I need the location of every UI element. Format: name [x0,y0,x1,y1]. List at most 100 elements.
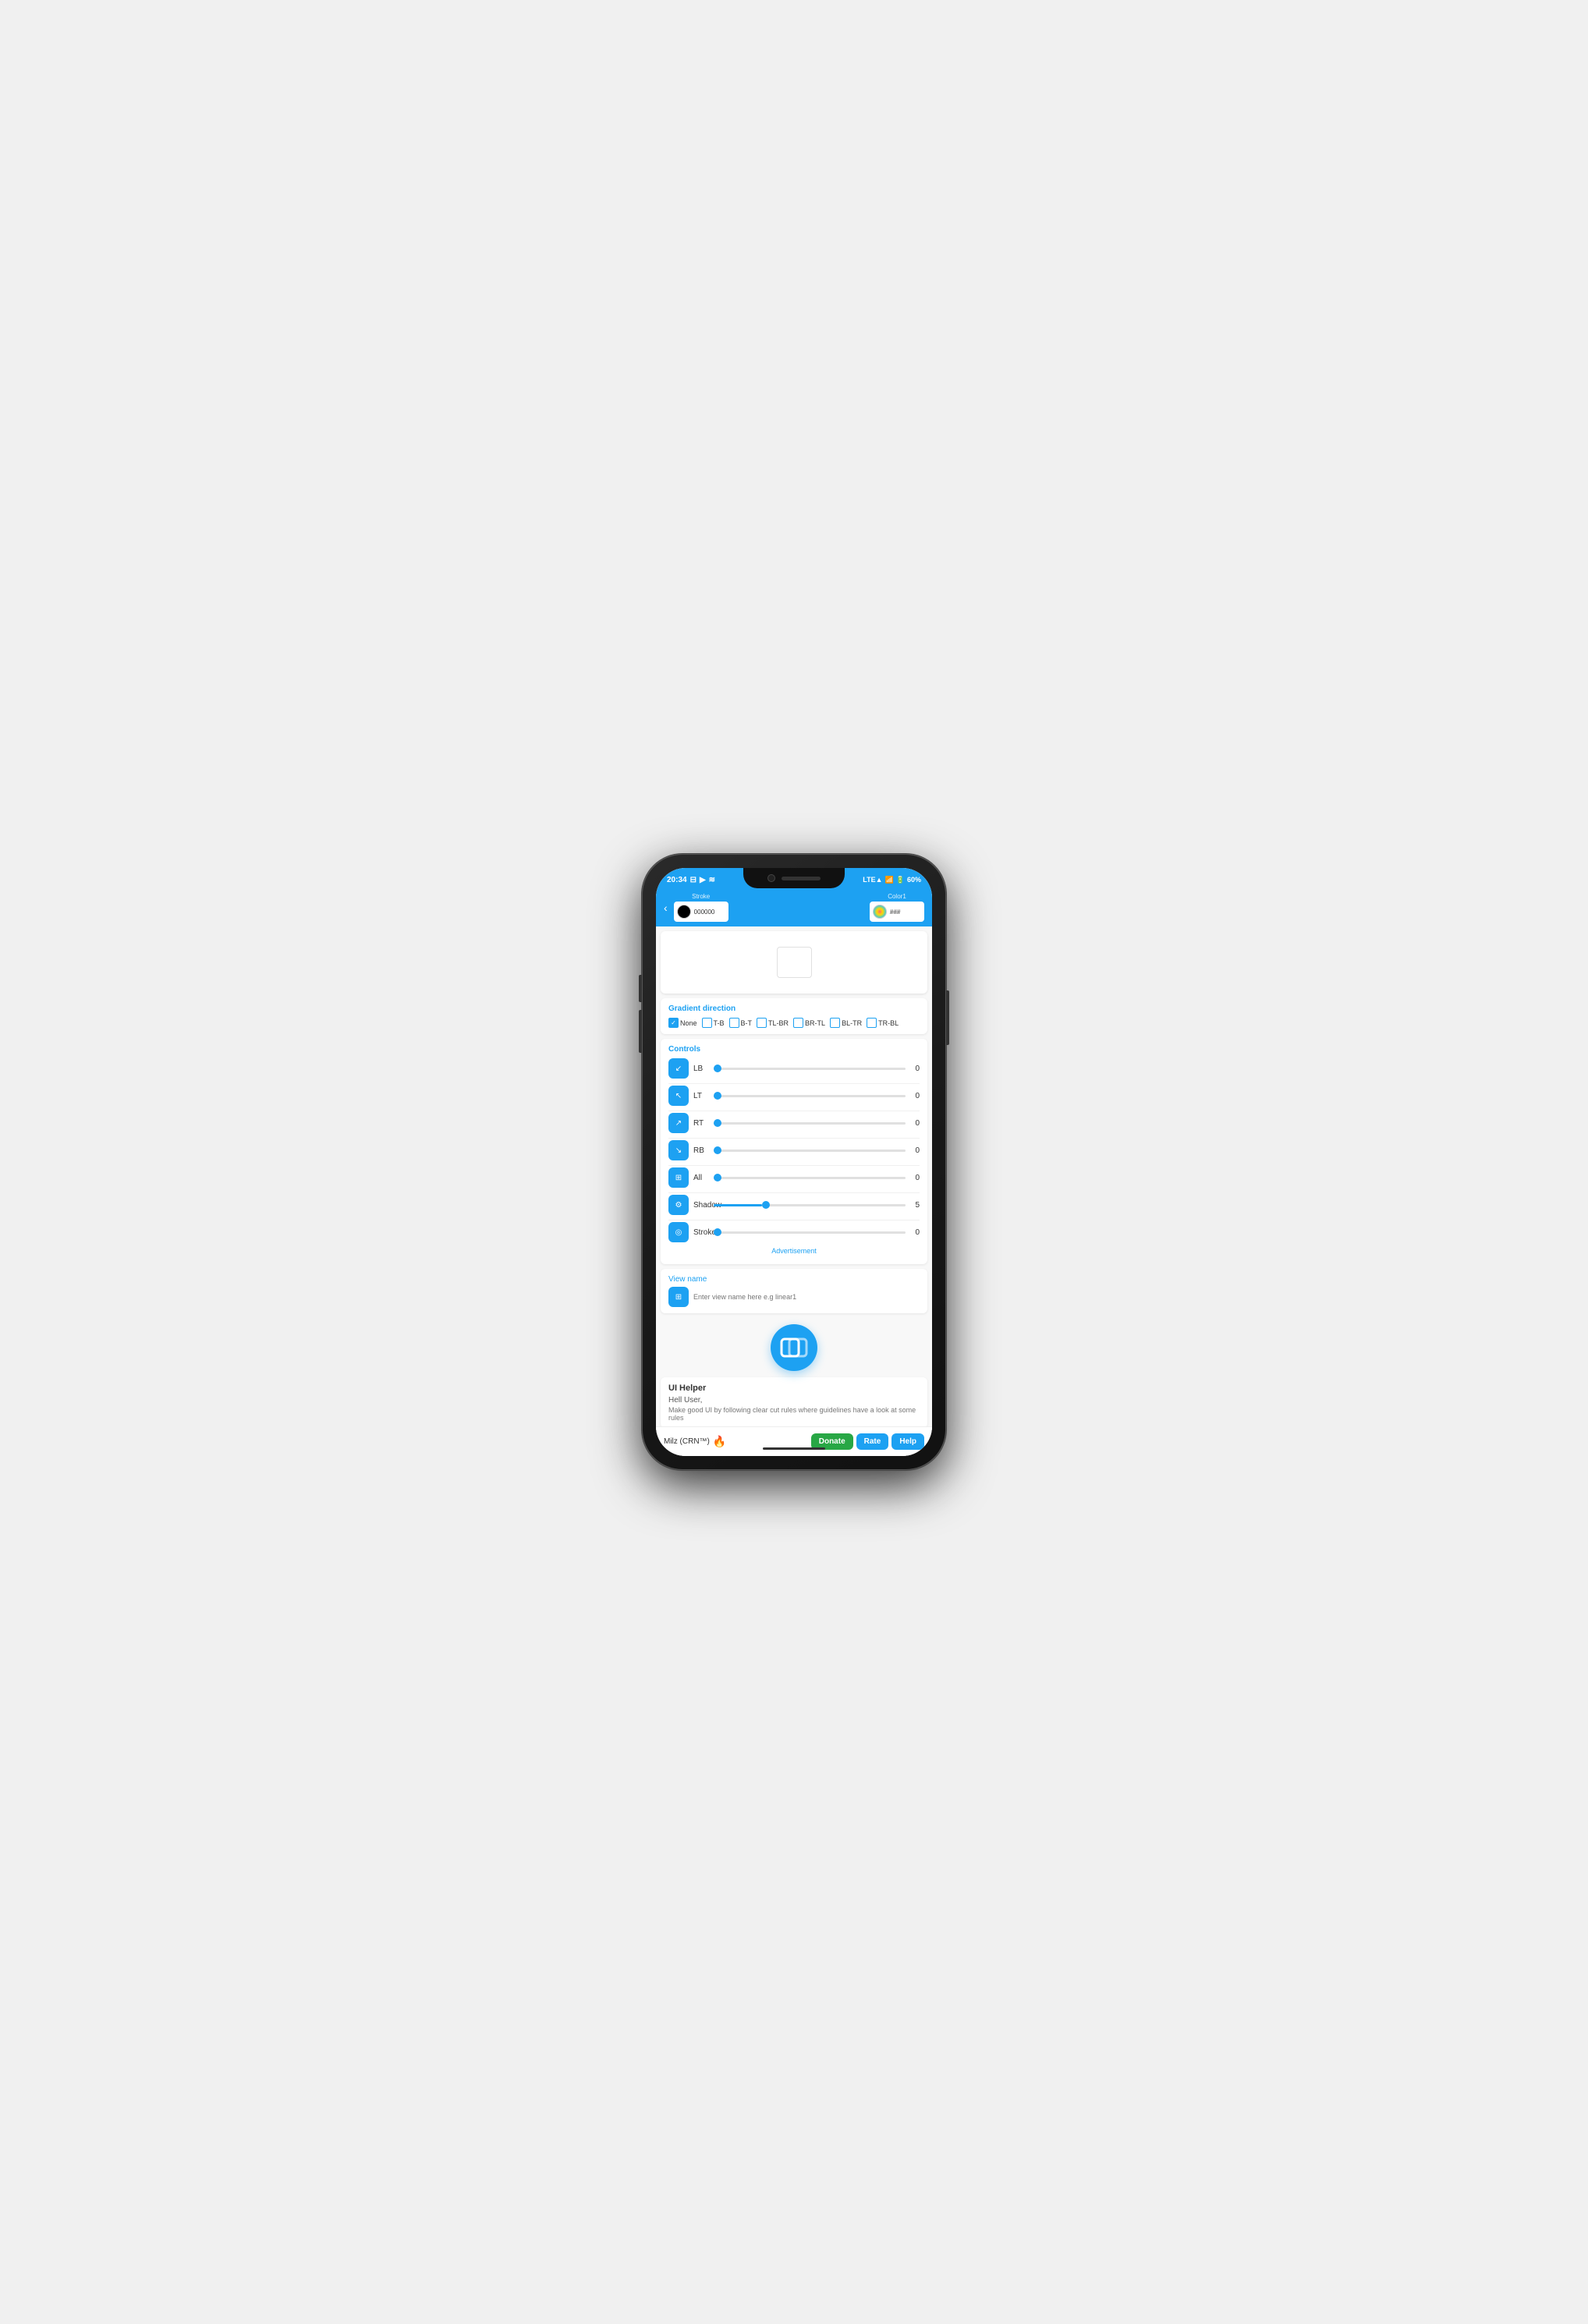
logo-svg [779,1333,809,1362]
controls-section: Controls ↙ LB 0 [661,1039,927,1264]
rt-value: 0 [910,1119,920,1128]
stroke-label-ctrl: Stroke [693,1228,709,1237]
home-indicator[interactable] [763,1447,825,1450]
stroke-slider[interactable] [714,1231,906,1234]
control-all-row: ⊞ All 0 [668,1167,920,1188]
lb-icon-button[interactable]: ↙ [668,1058,689,1079]
control-lb-row: ↙ LB 0 [668,1058,920,1079]
notification-icon: ≋ [709,876,715,884]
gradient-options: None T-B B-T [668,1018,920,1028]
lt-label: LT [693,1092,709,1100]
message-icon: ⊟ [690,876,697,884]
checkbox-bt[interactable] [729,1018,739,1028]
label-brtl: BR-TL [805,1019,825,1027]
control-lt-row: ↖ LT 0 [668,1086,920,1106]
rt-icon-button[interactable]: ↗ [668,1113,689,1133]
status-left: 20:34 ⊟ ▶ ≋ [667,876,715,884]
helper-section: UI Helper Hell User, Make good UI by fol… [661,1377,927,1426]
helper-title: UI Helper [668,1383,920,1393]
gradient-tb[interactable]: T-B [702,1018,725,1028]
rt-arrow-icon: ↗ [675,1119,682,1128]
preview-area [661,931,927,994]
checkbox-tb[interactable] [702,1018,712,1028]
lt-slider[interactable] [714,1095,906,1097]
app-header: ‹ Stroke 000000 Color1 [656,890,932,926]
checkbox-bltr[interactable] [830,1018,840,1028]
stroke-color-box[interactable]: 000000 [674,902,728,922]
controls-title: Controls [668,1045,920,1054]
lt-value: 0 [910,1092,920,1100]
shadow-slider[interactable] [714,1204,906,1206]
brand-text: Milz (CRN™) 🔥 [664,1435,726,1448]
play-icon: ▶ [700,876,706,884]
checkbox-trbl[interactable] [867,1018,877,1028]
shadow-icon-button[interactable]: ⚙ [668,1195,689,1215]
back-arrow-icon[interactable]: ‹ [664,902,668,914]
gradient-brtl[interactable]: BR-TL [793,1018,825,1028]
gradient-bt[interactable]: B-T [729,1018,753,1028]
battery-icon: 🔋 [896,876,905,884]
all-corners-icon: ⊞ [675,1174,682,1182]
lt-arrow-icon: ↖ [675,1092,682,1100]
all-value: 0 [910,1174,920,1182]
lt-icon-button[interactable]: ↖ [668,1086,689,1106]
help-button[interactable]: Help [891,1433,924,1450]
control-stroke-row: ◎ Stroke 0 [668,1222,920,1242]
shadow-gear-icon: ⚙ [675,1201,682,1210]
status-right: LTE▲ 📶 🔋 60% [863,876,921,884]
viewname-section: View name ⊞ [661,1269,927,1313]
battery-percent: 60% [907,876,921,884]
stroke-icon-button[interactable]: ◎ [668,1222,689,1242]
all-icon-button[interactable]: ⊞ [668,1167,689,1188]
gradient-tlbr[interactable]: TL-BR [757,1018,789,1028]
signal-icon: 📶 [885,876,894,884]
stroke-section: Stroke 000000 [674,893,728,922]
action-buttons: Donate Rate Help [811,1433,924,1450]
rb-slider[interactable] [714,1150,906,1152]
label-bt: B-T [741,1019,753,1027]
lb-arrow-icon: ↙ [675,1065,682,1073]
rt-slider[interactable] [714,1122,906,1125]
app-logo [771,1324,817,1371]
scene: 20:34 ⊟ ▶ ≋ LTE▲ 📶 🔋 60% ‹ [576,842,1012,1482]
checkbox-tlbr[interactable] [757,1018,767,1028]
shadow-label: Shadow [693,1201,709,1210]
lte-icon: LTE▲ [863,876,882,884]
rate-button[interactable]: Rate [856,1433,889,1450]
power-button[interactable] [946,990,949,1045]
checkbox-brtl[interactable] [793,1018,803,1028]
status-time: 20:34 [667,876,687,884]
lb-slider[interactable] [714,1068,906,1070]
gradient-none[interactable]: None [668,1018,697,1028]
color1-value: ### [890,909,900,916]
screen: 20:34 ⊟ ▶ ≋ LTE▲ 📶 🔋 60% ‹ [656,868,932,1456]
color1-color-box[interactable]: ### [870,902,924,922]
notch [743,868,845,888]
stroke-circle-icon: ◎ [675,1228,682,1237]
helper-greeting: Hell User, [668,1396,920,1405]
rb-label: RB [693,1146,709,1155]
bottom-bar: Milz (CRN™) 🔥 Donate Rate Help [656,1426,932,1456]
stroke-color-circle [677,905,691,919]
control-rb-row: ↘ RB 0 [668,1140,920,1160]
helper-text: Make good UI by following clear cut rule… [668,1406,920,1422]
checkbox-none[interactable] [668,1018,679,1028]
speaker [782,877,821,880]
rb-icon-button[interactable]: ↘ [668,1140,689,1160]
all-label: All [693,1174,709,1182]
gradient-bltr[interactable]: BL-TR [830,1018,862,1028]
gradient-trbl[interactable]: TR-BL [867,1018,899,1028]
logo-area [656,1313,932,1377]
viewname-input[interactable] [693,1293,920,1301]
stroke-color-value: 000000 [694,909,715,916]
gradient-title: Gradient direction [668,1004,920,1013]
rt-label: RT [693,1119,709,1128]
advertisement-label: Advertisement [668,1247,920,1255]
all-slider[interactable] [714,1177,906,1179]
label-none: None [680,1019,697,1027]
screen-wrapper: 20:34 ⊟ ▶ ≋ LTE▲ 📶 🔋 60% ‹ [656,868,932,1456]
volume-up-button[interactable] [639,975,642,1002]
lb-label: LB [693,1065,709,1073]
rb-value: 0 [910,1146,920,1155]
volume-down-button[interactable] [639,1010,642,1053]
